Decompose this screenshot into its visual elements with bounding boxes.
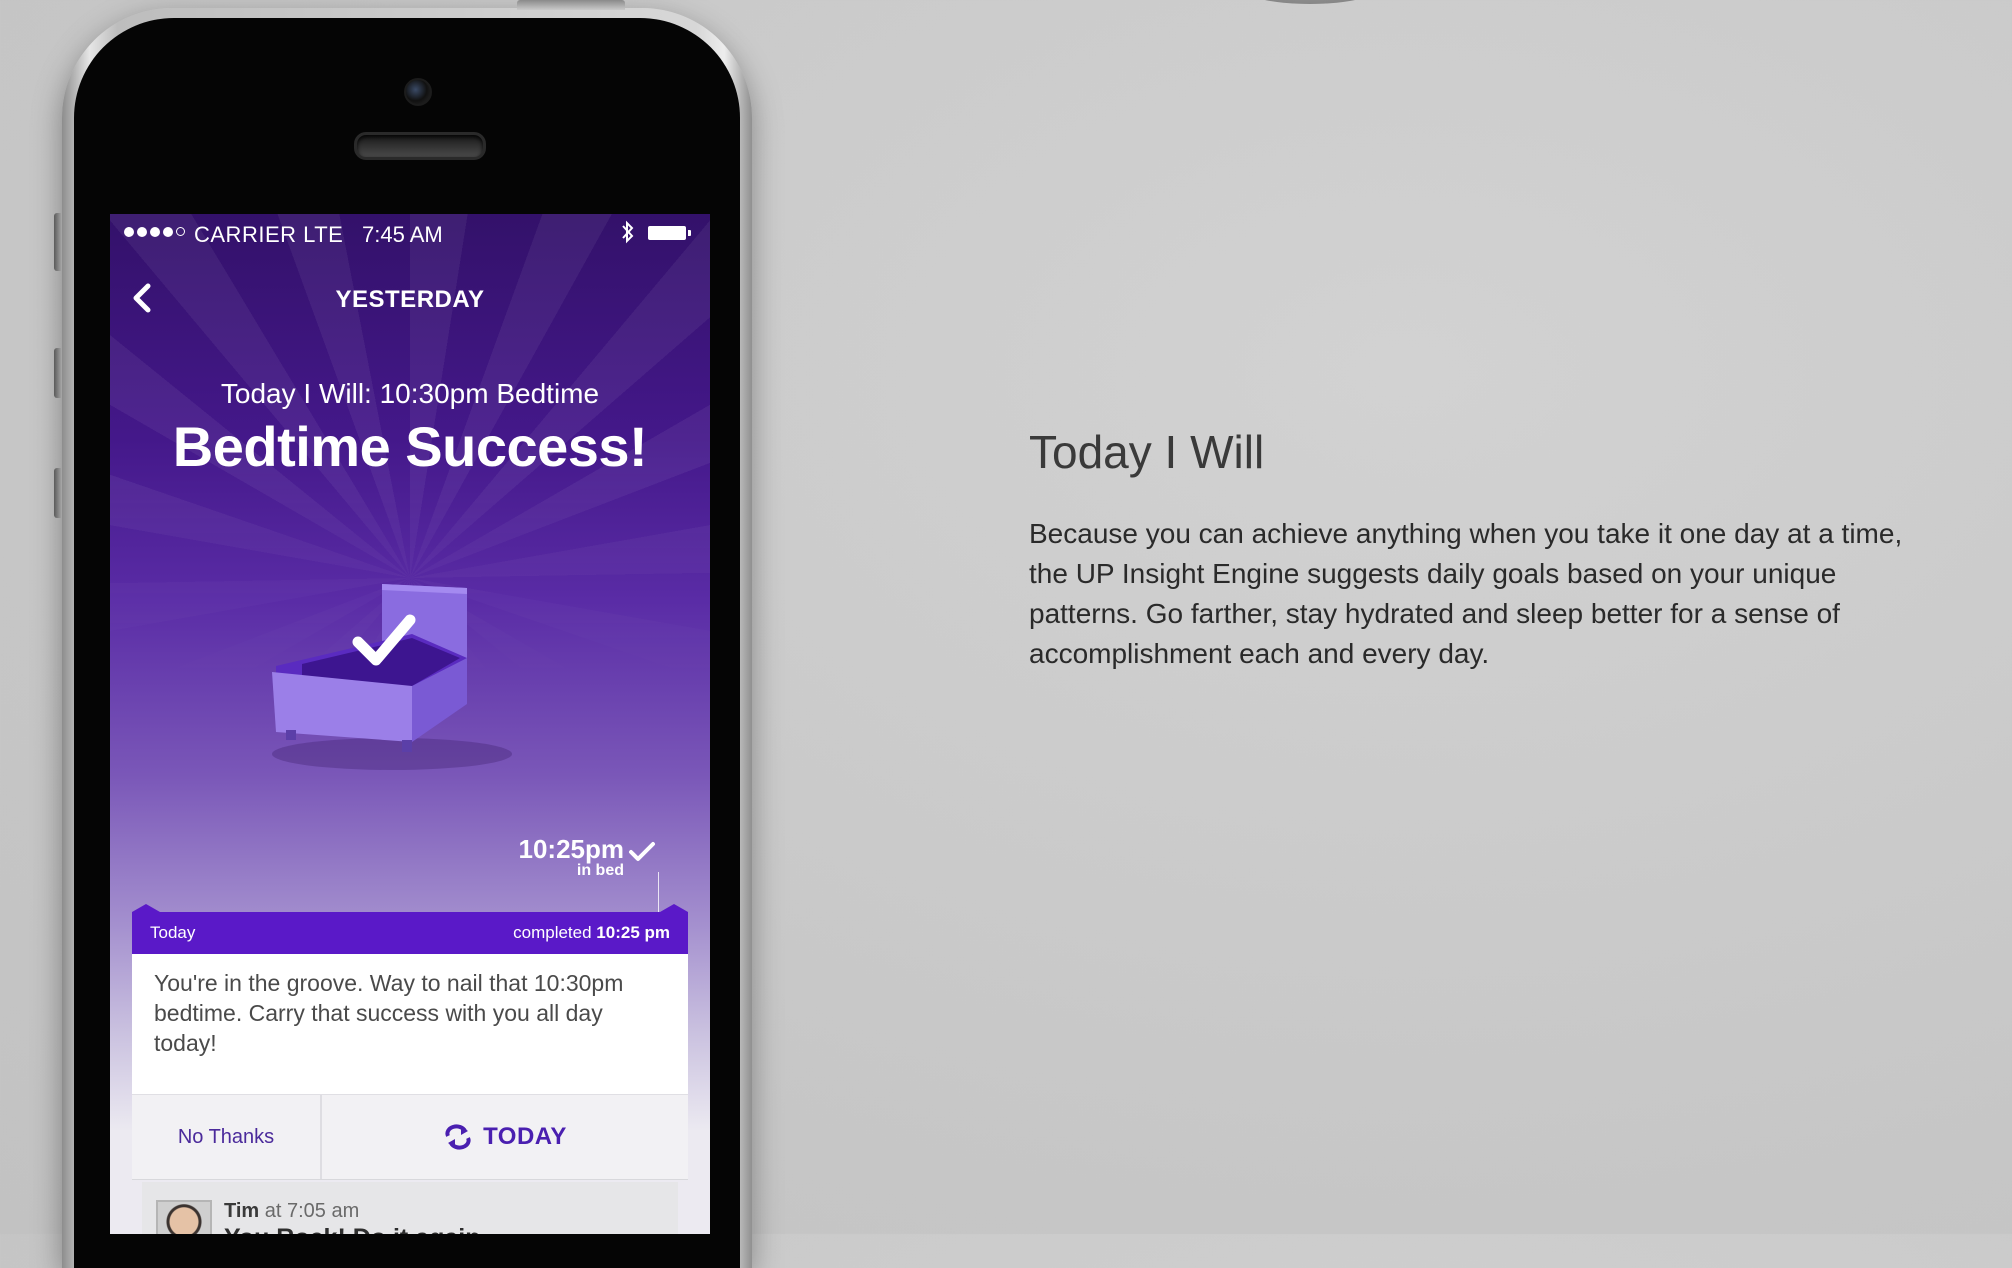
section-heading: Today I Will (1029, 425, 1265, 478)
speaker-grille (354, 132, 486, 160)
status-time: 7:45 AM (362, 222, 443, 247)
today-button[interactable]: TODAY (322, 1095, 688, 1179)
avatar (156, 1200, 212, 1234)
comment-item[interactable]: Tim at 7:05 am You Rock! Do it again (142, 1182, 678, 1234)
volume-down-button (54, 468, 62, 518)
card-header-status-time: 10:25 pm (596, 923, 670, 942)
timeline-marker (658, 872, 659, 914)
mute-switch (54, 213, 62, 271)
repeat-icon (445, 1124, 471, 1150)
volume-up-button (54, 348, 62, 398)
bedtime-value: 10:25pm (518, 834, 625, 864)
app-screen: CARRIER LTE 7:45 AM YESTERDAY Today I Wi… (110, 214, 710, 1234)
goal-card: Today completed 10:25 pm You're in the g… (132, 904, 688, 1180)
carrier-label: CARRIER LTE (194, 222, 344, 247)
card-actions: No Thanks TODAY (132, 1094, 688, 1180)
camera-icon (404, 78, 432, 106)
status-bar: CARRIER LTE 7:45 AM (110, 214, 710, 254)
bluetooth-icon (620, 220, 636, 250)
comment-author: Tim (224, 1200, 260, 1222)
comment-time: at 7:05 am (264, 1200, 360, 1222)
bed-checkmark-icon (272, 584, 512, 770)
goal-subtitle: Today I Will: 10:30pm Bedtime (220, 378, 600, 409)
signal-strength-icon (124, 227, 185, 237)
bedtime-label: in bed (576, 862, 624, 879)
card-header: Today completed 10:25 pm (132, 904, 688, 954)
goal-title: Bedtime Success! (172, 415, 648, 478)
card-message: You're in the groove. Way to nail that 1… (132, 954, 688, 1094)
checkmark-icon (629, 842, 655, 861)
card-header-status: completed 10:25 pm (513, 923, 670, 943)
battery-icon (648, 226, 691, 240)
nav-title: YESTERDAY (335, 286, 485, 313)
comment-meta: Tim at 7:05 am (224, 1200, 359, 1223)
card-header-status-label: completed (513, 923, 592, 942)
section-description: Because you can achieve anything when yo… (1029, 518, 1903, 669)
no-thanks-button[interactable]: No Thanks (132, 1095, 322, 1179)
today-button-label: TODAY (483, 1123, 567, 1150)
comment-text: You Rock! Do it again (224, 1224, 481, 1234)
power-button (517, 0, 625, 10)
top-decoration (1240, 0, 1380, 4)
card-header-day: Today (150, 923, 196, 942)
